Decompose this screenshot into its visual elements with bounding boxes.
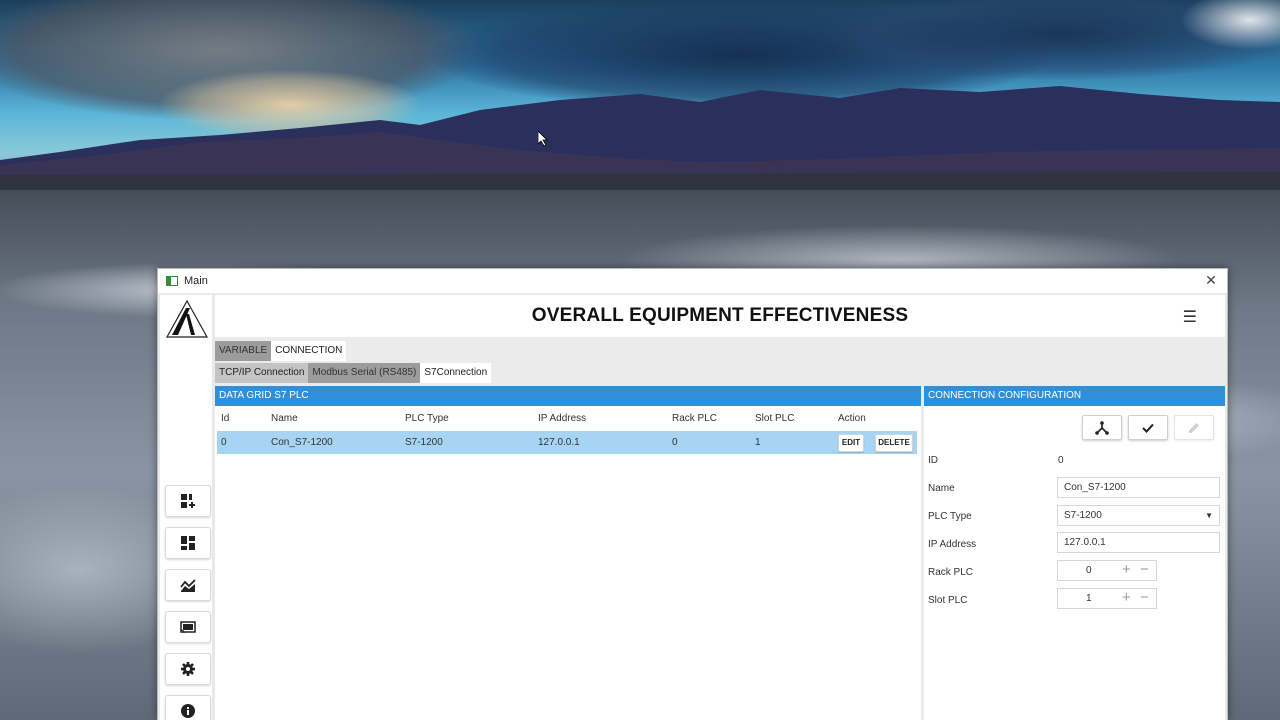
column-header-name[interactable]: Name: [271, 412, 298, 426]
window-title: Main: [184, 275, 208, 287]
name-label: Name: [928, 483, 955, 494]
plc-type-selected-value: S7-1200: [1064, 510, 1102, 521]
column-header-ip-address[interactable]: IP Address: [538, 412, 586, 426]
id-label: ID: [928, 455, 938, 466]
chart-icon: [180, 579, 196, 592]
chart-button[interactable]: [165, 569, 211, 601]
connect-button[interactable]: [1082, 415, 1122, 440]
logo-icon: [165, 299, 209, 338]
title-bar[interactable]: Main ✕: [158, 269, 1227, 293]
gear-icon: [181, 662, 195, 676]
ip-address-label: IP Address: [928, 539, 977, 550]
plc-type-label: PLC Type: [928, 511, 972, 522]
ip-address-field[interactable]: 127.0.0.1: [1057, 532, 1220, 553]
dashboard-add-icon: [181, 494, 195, 508]
close-button[interactable]: ✕: [1203, 273, 1219, 287]
column-header-plc-type[interactable]: PLC Type: [405, 412, 449, 426]
hamburger-menu-icon[interactable]: ☰: [1183, 307, 1197, 327]
mountain-range: [0, 86, 1280, 190]
column-header-slot-plc[interactable]: Slot PLC: [755, 412, 794, 426]
tab-modbus-serial[interactable]: Modbus Serial (RS485): [308, 363, 421, 383]
tab-tcpip-connection[interactable]: TCP/IP Connection: [215, 363, 309, 383]
window-body: OVERALL EQUIPMENT EFFECTIVENESS ☰ VARIAB…: [158, 293, 1227, 720]
pencil-icon: [1189, 422, 1199, 433]
dashboard-button[interactable]: [165, 527, 211, 559]
app-icon: [166, 276, 178, 286]
column-header-rack-plc[interactable]: Rack PLC: [672, 412, 717, 426]
add-dashboard-button[interactable]: [165, 485, 211, 517]
check-icon: [1142, 423, 1154, 433]
grid-header-row: Id Name PLC Type IP Address Rack PLC Slo…: [215, 412, 921, 426]
slot-plc-value[interactable]: 1: [1086, 589, 1092, 608]
connection-tabs: TCP/IP Connection Modbus Serial (RS485) …: [215, 363, 492, 383]
info-icon: [181, 704, 195, 718]
chevron-down-icon: ▼: [1205, 511, 1213, 520]
slot-plc-increment-icon[interactable]: +: [1122, 589, 1131, 606]
data-grid-panel: DATA GRID S7 PLC Id Name PLC Type IP Add…: [215, 386, 921, 720]
slot-plc-label: Slot PLC: [928, 595, 968, 606]
column-header-id[interactable]: Id: [221, 412, 229, 426]
hub-icon: [1095, 420, 1109, 435]
delete-button[interactable]: DELETE: [875, 434, 913, 452]
app-header: OVERALL EQUIPMENT EFFECTIVENESS ☰: [215, 295, 1225, 337]
name-field[interactable]: Con_S7-1200: [1057, 477, 1220, 498]
data-grid-title: DATA GRID S7 PLC: [215, 386, 921, 406]
rack-plc-stepper[interactable]: 0 + −: [1057, 560, 1157, 581]
mouse-cursor-icon: [538, 131, 548, 147]
cell-plc-type: S7-1200: [405, 437, 443, 448]
rack-plc-label: Rack PLC: [928, 567, 974, 578]
connection-config-panel: CONNECTION CONFIGURATION ID 0 Name Con_S…: [924, 386, 1225, 720]
slot-plc-decrement-icon[interactable]: −: [1140, 589, 1149, 606]
slot-plc-stepper[interactable]: 1 + −: [1057, 588, 1157, 609]
main-content: OVERALL EQUIPMENT EFFECTIVENESS ☰ VARIAB…: [215, 295, 1225, 720]
page-title: OVERALL EQUIPMENT EFFECTIVENESS: [531, 305, 909, 326]
rack-plc-increment-icon[interactable]: +: [1122, 561, 1131, 578]
dashboard-icon: [181, 536, 195, 550]
tab-variable[interactable]: VARIABLE: [215, 341, 272, 361]
table-row[interactable]: 0 Con_S7-1200 S7-1200 127.0.0.1 0 1 EDIT…: [217, 431, 917, 454]
edit-config-button[interactable]: [1174, 415, 1214, 440]
cell-id: 0: [221, 437, 227, 448]
column-header-action: Action: [838, 413, 866, 424]
rack-plc-value[interactable]: 0: [1086, 561, 1092, 580]
cell-name: Con_S7-1200: [271, 437, 333, 448]
main-window: Main ✕ OVERALL EQUIPMENT EFFECTIVENESS ☰…: [157, 268, 1228, 720]
id-value: 0: [1058, 455, 1064, 466]
save-button[interactable]: [1128, 415, 1168, 440]
cell-ip-address: 127.0.0.1: [538, 437, 580, 448]
cast-button[interactable]: [165, 611, 211, 643]
sidebar: [160, 295, 212, 720]
settings-button[interactable]: [165, 653, 211, 685]
cell-rack-plc: 0: [672, 437, 678, 448]
tab-connection[interactable]: CONNECTION: [271, 341, 347, 361]
plc-type-select[interactable]: S7-1200 ▼: [1057, 505, 1220, 526]
info-button[interactable]: [165, 695, 211, 720]
connection-config-title: CONNECTION CONFIGURATION: [924, 386, 1225, 406]
cast-icon: [180, 621, 196, 634]
cell-slot-plc: 1: [755, 437, 761, 448]
edit-button[interactable]: EDIT: [838, 434, 864, 452]
tab-s7connection[interactable]: S7Connection: [420, 363, 492, 383]
rack-plc-decrement-icon[interactable]: −: [1140, 561, 1149, 578]
main-tabs: VARIABLE CONNECTION: [215, 341, 347, 361]
